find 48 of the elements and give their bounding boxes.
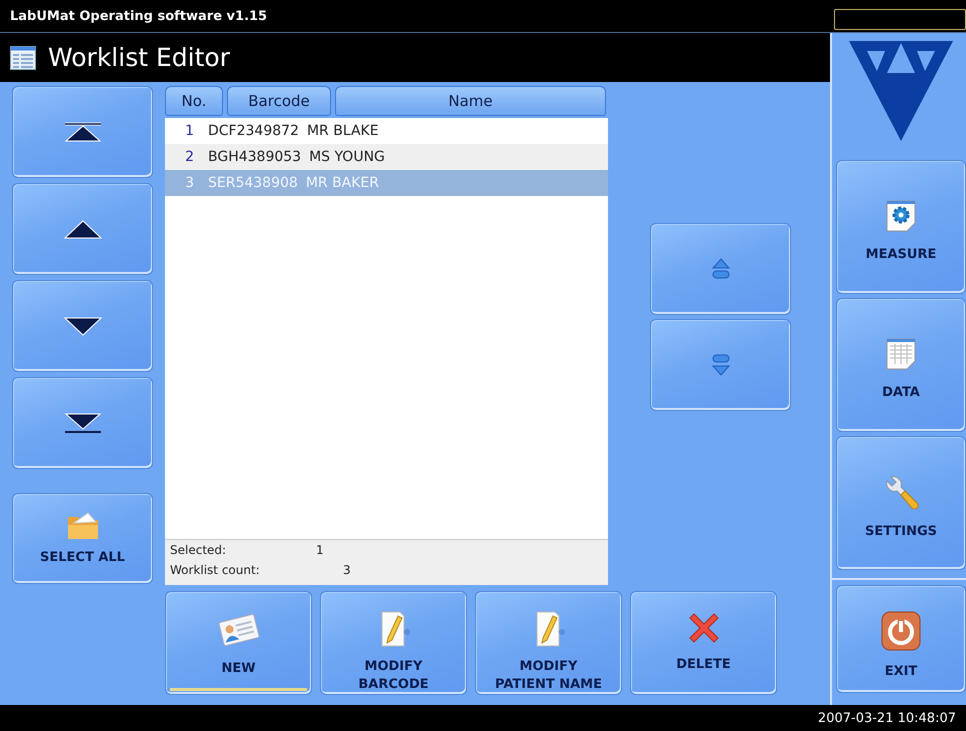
modify-button[interactable]: MODIFY BARCODE: [320, 591, 467, 695]
move-down-button[interactable]: [650, 319, 791, 411]
worklist-count: 3: [342, 563, 352, 577]
first-arrow-icon: [62, 120, 102, 144]
move-up-icon: [712, 258, 730, 280]
count-label: Worklist count:: [170, 563, 261, 577]
selected-count: 1: [315, 543, 325, 557]
delete-button[interactable]: DELETE: [630, 591, 777, 695]
app-title: LabUMat Operating software v1.15: [10, 8, 268, 24]
move-to-bottom-button[interactable]: [12, 377, 153, 469]
settings-button[interactable]: SETTINGS: [836, 436, 966, 570]
name-cell-text: MR BAKER: [306, 175, 380, 191]
measure-button[interactable]: MEASURE: [836, 160, 966, 294]
move-up-button[interactable]: [650, 223, 791, 315]
select-all-button[interactable]: SELECT ALL: [12, 493, 153, 584]
scroll-down-button[interactable]: [12, 280, 153, 372]
column-header[interactable]: Name: [335, 86, 606, 116]
modify-button[interactable]: MODIFY PATIENT NAME: [475, 591, 622, 695]
name-cell-text: MR BLAKE: [306, 123, 380, 139]
wrench-icon: [883, 475, 919, 510]
window-title: Worklist Editor: [48, 43, 230, 72]
column-header[interactable]: Barcode: [227, 86, 331, 116]
exit-button[interactable]: EXIT: [836, 585, 966, 693]
new-button[interactable]: NEW: [165, 591, 312, 695]
scroll-up-button[interactable]: [12, 183, 153, 275]
date-time: 2007-03-21 10:48:07: [818, 710, 956, 726]
down-arrow-icon: [62, 314, 102, 338]
gear-document-icon: [886, 200, 916, 232]
move-down-icon: [712, 354, 730, 376]
column-header[interactable]: No.: [165, 86, 223, 116]
name-cell-text: MS YOUNG: [309, 149, 386, 165]
last-arrow-icon: [62, 412, 102, 434]
input-field[interactable]: [834, 8, 966, 30]
barcode-cell-text: SER5438908: [208, 175, 299, 191]
barcode-cell-text: DCF2349872: [208, 123, 300, 139]
spreadsheet-icon: [886, 338, 916, 370]
row-number: 2: [184, 149, 195, 165]
row-number: 3: [184, 175, 195, 191]
move-to-top-button[interactable]: [12, 86, 153, 178]
up-arrow-icon: [62, 218, 102, 240]
row-number: 1: [184, 123, 195, 139]
selected-label: Selected:: [170, 543, 228, 557]
power-icon: [881, 611, 921, 652]
worklist-row[interactable]: 2 BGH4389053 MS YOUNG: [165, 144, 608, 170]
list-icon: [10, 46, 36, 70]
barcode-cell-text: BGH4389053: [208, 149, 302, 165]
folder-icon: [66, 510, 100, 541]
data-button[interactable]: DATA: [836, 298, 966, 432]
